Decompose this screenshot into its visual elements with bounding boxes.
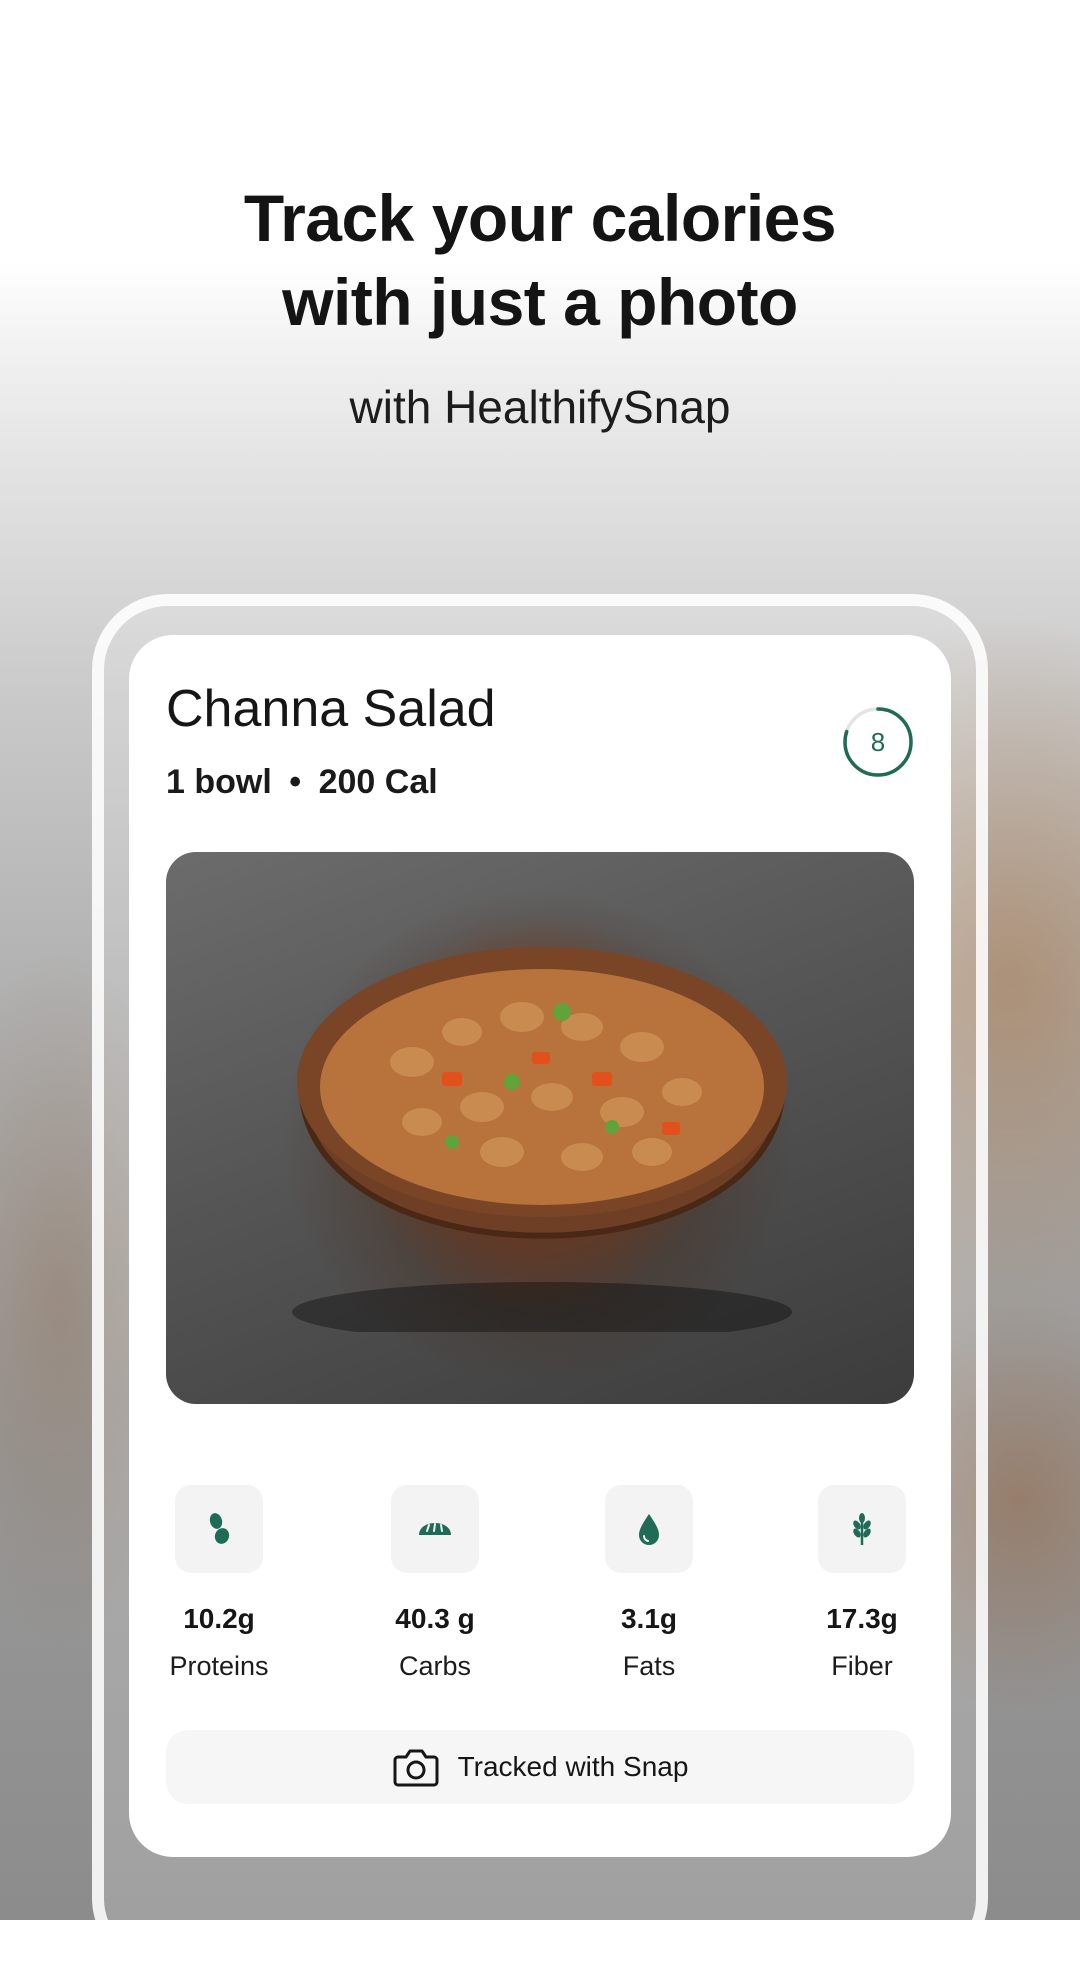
macro-value: 17.3g xyxy=(826,1603,898,1634)
macro-value: 3.1g xyxy=(620,1603,678,1634)
meal-portion: 1 bowl xyxy=(166,763,272,801)
macro-label: Fats xyxy=(622,1651,676,1681)
bread-icon xyxy=(419,1523,451,1535)
macro-value: 40.3 g xyxy=(395,1603,475,1634)
hero-title: Track your calories with just a photo xyxy=(0,176,1080,344)
macro-fiber: 17.3g Fiber xyxy=(772,1485,952,1682)
drop-icon xyxy=(639,1514,659,1545)
snap-button-label: Tracked with Snap xyxy=(457,1751,689,1782)
meal-name: Channa Salad xyxy=(166,680,496,738)
tracked-with-snap-button[interactable]: Tracked with Snap xyxy=(166,1730,914,1804)
meal-score-ring: 8 xyxy=(842,706,914,778)
hero-subtitle: with HealthifySnap xyxy=(349,381,731,433)
macros-row: 10.2g Proteins 40.3 g Carbs 3.1g Fats 17… xyxy=(129,1485,951,1685)
meal-photo xyxy=(166,852,914,1404)
serving-separator: • xyxy=(289,763,302,801)
meal-score-value: 8 xyxy=(870,726,886,757)
macro-value: 10.2g xyxy=(183,1603,255,1634)
macro-tile xyxy=(818,1485,906,1573)
bean-icon xyxy=(209,1513,230,1544)
hero-title-line1: Track your calories xyxy=(243,181,837,255)
bowl-illustration xyxy=(292,947,792,1332)
hero-title-line2: with just a photo xyxy=(282,265,798,339)
meal-card[interactable]: Channa Salad 1 bowl • 200 Cal 8 10.2g Pr… xyxy=(129,635,951,1857)
macro-proteins: 10.2g Proteins xyxy=(129,1485,309,1682)
hero-section: Track your calories with just a photo wi… xyxy=(0,176,1080,434)
macro-tile xyxy=(605,1485,693,1573)
macro-fats: 3.1g Fats xyxy=(559,1485,739,1682)
camera-icon xyxy=(393,1749,439,1787)
meal-calories: 200 Cal xyxy=(318,763,438,801)
meal-serving: 1 bowl • 200 Cal xyxy=(166,763,438,802)
macro-carbs: 40.3 g Carbs xyxy=(345,1485,525,1682)
wheat-icon xyxy=(853,1513,871,1545)
macro-label: Proteins xyxy=(169,1651,269,1681)
macro-label: Carbs xyxy=(398,1651,472,1681)
macro-tile xyxy=(175,1485,263,1573)
macro-label: Fiber xyxy=(831,1651,893,1681)
macro-tile xyxy=(391,1485,479,1573)
